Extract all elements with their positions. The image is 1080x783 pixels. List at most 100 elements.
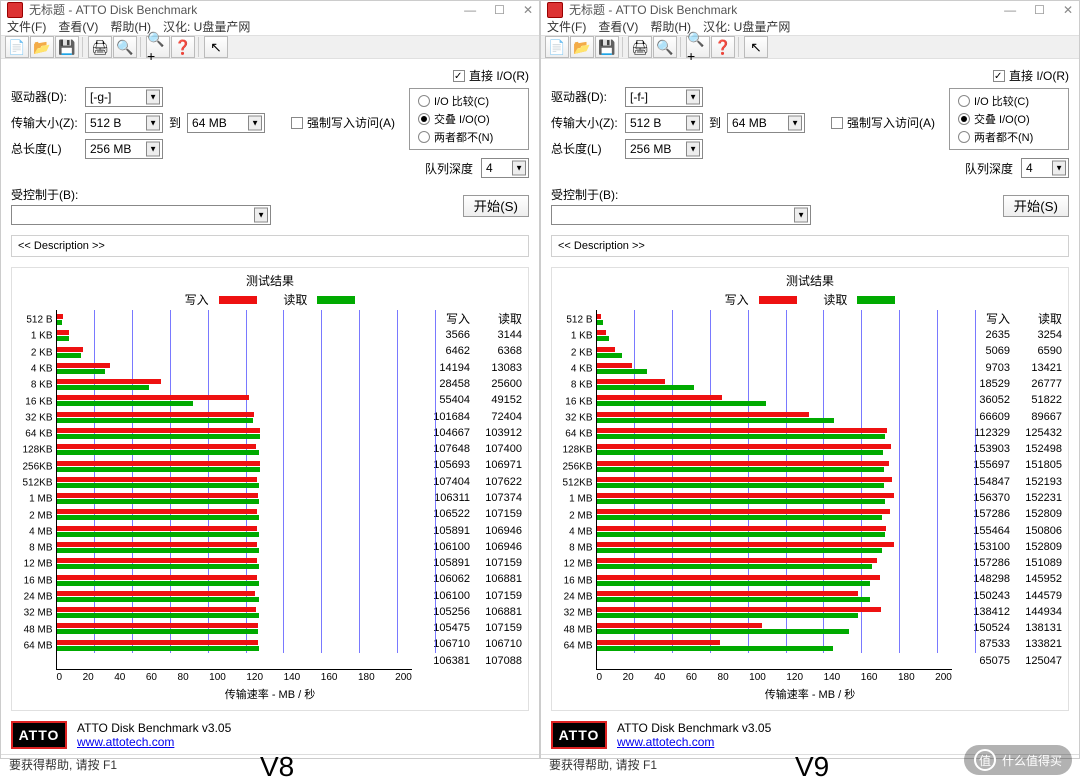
toolbar-button[interactable]: 🔍 — [653, 36, 677, 58]
toolbar-button[interactable]: ↖ — [744, 36, 768, 58]
xfer-size-to[interactable]: 64 MB — [187, 113, 265, 133]
description-box[interactable]: << Description >> — [11, 235, 529, 257]
bar-row — [57, 638, 412, 654]
driver-label: 驱动器(D): — [551, 88, 619, 105]
legend: 写入 读取 — [558, 291, 1062, 308]
toolbar-button[interactable]: 💾 — [55, 36, 79, 58]
io-compare-radio[interactable]: I/O 比较(C) — [958, 93, 1060, 109]
driver-select[interactable]: [-g-] — [85, 87, 163, 107]
neither-radio[interactable]: 两者都不(N) — [418, 129, 520, 145]
minimize-button[interactable]: — — [464, 3, 476, 17]
description-box[interactable]: << Description >> — [551, 235, 1069, 257]
write-bar — [57, 526, 258, 531]
size-label: 64 MB — [19, 640, 53, 651]
read-bar — [597, 532, 886, 537]
atto-logo: ATTO — [11, 721, 67, 749]
size-label: 2 MB — [19, 510, 53, 521]
read-bar — [57, 597, 259, 602]
bar-row — [597, 377, 952, 393]
direct-io-checkbox[interactable]: 直接 I/O(R) — [993, 67, 1069, 84]
window-title: 无标题 - ATTO Disk Benchmark — [569, 1, 1004, 18]
toolbar-button[interactable]: 💾 — [595, 36, 619, 58]
size-label: 32 KB — [19, 412, 53, 423]
direct-io-checkbox[interactable]: 直接 I/O(R) — [453, 67, 529, 84]
close-button[interactable]: ✕ — [523, 3, 533, 17]
controlled-by-combo[interactable] — [11, 205, 271, 225]
total-len-select[interactable]: 256 MB — [625, 139, 703, 159]
xfer-size-to[interactable]: 64 MB — [727, 113, 805, 133]
overlap-io-radio[interactable]: 交叠 I/O(O) — [958, 111, 1060, 127]
benchmark-chart: 512 B1 KB2 KB4 KB8 KB16 KB32 KB64 KB128K… — [596, 310, 952, 670]
url-link[interactable]: www.attotech.com — [617, 735, 714, 749]
size-label: 32 MB — [19, 608, 53, 619]
size-label: 24 MB — [19, 592, 53, 603]
menu-help[interactable]: 帮助(H) — [110, 18, 151, 35]
bar-row — [597, 361, 952, 377]
url-link[interactable]: www.attotech.com — [77, 735, 174, 749]
toolbar-button[interactable]: 🖨 — [88, 36, 112, 58]
start-button[interactable]: 开始(S) — [463, 195, 529, 217]
total-len-select[interactable]: 256 MB — [85, 139, 163, 159]
menu-file[interactable]: 文件(F) — [7, 18, 46, 35]
driver-select[interactable]: [-f-] — [625, 87, 703, 107]
bar-row — [57, 556, 412, 572]
settings-panel: 驱动器(D):[-f-]传输大小(Z):512 B到64 MB总长度(L)256… — [541, 59, 1079, 229]
size-label: 64 KB — [559, 429, 593, 440]
size-label: 48 MB — [559, 624, 593, 635]
write-bar — [57, 640, 258, 645]
size-label: 4 MB — [559, 526, 593, 537]
write-header: 写入 — [958, 310, 1010, 327]
read-bar — [57, 564, 259, 569]
maximize-button[interactable]: ☐ — [494, 3, 505, 17]
window: 无标题 - ATTO Disk Benchmark—☐✕文件(F)查看(V)帮助… — [0, 0, 540, 759]
read-bar — [597, 548, 883, 553]
toolbar-button[interactable]: ❓ — [711, 36, 735, 58]
read-swatch — [857, 296, 895, 304]
size-label: 16 KB — [19, 396, 53, 407]
force-write-checkbox[interactable]: 强制写入访问(A) — [291, 114, 403, 131]
x-ticks: 020406080100120140160180200 — [597, 672, 952, 683]
read-bar — [57, 369, 105, 374]
toolbar-button[interactable]: 📄 — [545, 36, 569, 58]
queue-depth-select[interactable]: 4 — [1021, 158, 1069, 178]
toolbar-button[interactable]: 🖨 — [628, 36, 652, 58]
toolbar-button[interactable]: 🔍+ — [686, 36, 710, 58]
queue-depth-select[interactable]: 4 — [481, 158, 529, 178]
bar-row — [57, 459, 412, 475]
write-bar — [597, 444, 891, 449]
read-bar — [597, 353, 622, 358]
bar-row — [57, 589, 412, 605]
size-label: 128KB — [19, 445, 53, 456]
toolbar-button[interactable]: 🔍 — [113, 36, 137, 58]
menu-view[interactable]: 查看(V) — [598, 18, 638, 35]
toolbar-button[interactable]: ❓ — [171, 36, 195, 58]
toolbar-button[interactable]: 📂 — [30, 36, 54, 58]
size-label: 2 MB — [559, 510, 593, 521]
xfer-size-label: 传输大小(Z): — [11, 114, 79, 131]
controlled-by-combo[interactable] — [551, 205, 811, 225]
io-compare-radio[interactable]: I/O 比较(C) — [418, 93, 520, 109]
toolbar-button[interactable]: 📂 — [570, 36, 594, 58]
size-label: 8 MB — [19, 543, 53, 554]
menu-view[interactable]: 查看(V) — [58, 18, 98, 35]
menu-file[interactable]: 文件(F) — [547, 18, 586, 35]
bar-row — [57, 540, 412, 556]
minimize-button[interactable]: — — [1004, 3, 1016, 17]
xfer-size-from[interactable]: 512 B — [625, 113, 703, 133]
toolbar-button[interactable]: 📄 — [5, 36, 29, 58]
queue-depth-row: 队列深度4 — [425, 158, 529, 178]
bar-row — [57, 524, 412, 540]
menu-help[interactable]: 帮助(H) — [650, 18, 691, 35]
neither-radio[interactable]: 两者都不(N) — [958, 129, 1060, 145]
overlap-io-radio[interactable]: 交叠 I/O(O) — [418, 111, 520, 127]
force-write-checkbox[interactable]: 强制写入访问(A) — [831, 114, 943, 131]
toolbar-button[interactable]: ↖ — [204, 36, 228, 58]
xfer-size-from[interactable]: 512 B — [85, 113, 163, 133]
write-bar — [57, 607, 256, 612]
maximize-button[interactable]: ☐ — [1034, 3, 1045, 17]
legend: 写入 读取 — [18, 291, 522, 308]
start-button[interactable]: 开始(S) — [1003, 195, 1069, 217]
toolbar-button[interactable]: 🔍+ — [146, 36, 170, 58]
close-button[interactable]: ✕ — [1063, 3, 1073, 17]
size-label: 1 KB — [19, 331, 53, 342]
